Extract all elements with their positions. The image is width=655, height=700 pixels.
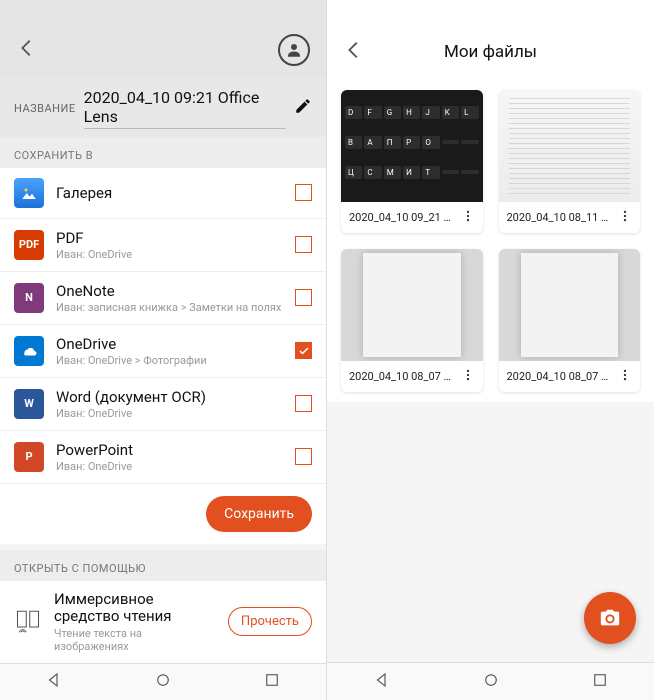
checkbox[interactable] [295, 236, 312, 253]
app-icon: N [14, 283, 44, 313]
immersive-reader-row[interactable]: Иммерсивное средство чтения Чтение текст… [0, 581, 326, 664]
checkbox[interactable] [295, 448, 312, 465]
row-subtitle: Иван: OneDrive > Фотографии [56, 354, 283, 367]
file-name: 2020_04_10 08_07 … [507, 370, 615, 383]
open-with-label: ОТКРЫТЬ С ПОМОЩЬЮ [0, 550, 326, 581]
read-button[interactable]: Прочесть [228, 607, 312, 636]
nav-recent-icon[interactable] [263, 671, 281, 693]
row-title: PowerPoint [56, 441, 283, 459]
more-icon[interactable] [461, 208, 475, 227]
checkbox[interactable] [295, 289, 312, 306]
book-audio-icon [14, 606, 42, 638]
page-title: Мои файлы [365, 42, 616, 62]
checkbox[interactable] [295, 395, 312, 412]
nav-home-icon[interactable] [482, 671, 500, 693]
more-icon[interactable] [618, 367, 632, 386]
file-thumbnail [499, 249, 641, 361]
back-icon[interactable] [16, 37, 38, 63]
app-icon: PDF [14, 230, 44, 260]
files-grid: DFGHJKLВАПРОЦСМИТ 2020_04_10 09_21 … 2020_… [327, 80, 654, 402]
top-bar [0, 23, 326, 77]
filename-input[interactable]: 2020_04_10 09:21 Office Lens [84, 88, 286, 129]
save-row: Сохранить [0, 484, 326, 544]
nav-back-icon[interactable] [45, 671, 63, 693]
row-subtitle: Иван: OneDrive [56, 460, 283, 473]
row-title: Word (документ OCR) [56, 388, 283, 406]
save-targets-list: ГалереяPDFPDFИван: OneDriveNOneNoteИван:… [0, 168, 326, 484]
profile-icon[interactable] [278, 34, 310, 66]
row-title: PDF [56, 229, 283, 247]
android-navbar [0, 663, 326, 700]
file-card[interactable]: DFGHJKLВАПРОЦСМИТ 2020_04_10 09_21 … [341, 90, 483, 233]
nav-back-icon[interactable] [373, 671, 391, 693]
app-icon [14, 178, 44, 208]
android-navbar [327, 662, 654, 700]
reader-subtitle: Чтение текста на изображениях [54, 627, 216, 653]
save-target-row[interactable]: W Word (документ OCR)Иван: OneDrive [0, 378, 326, 431]
camera-fab[interactable] [584, 592, 636, 644]
save-target-row[interactable]: OneDriveИван: OneDrive > Фотографии [0, 325, 326, 378]
back-icon[interactable] [343, 39, 365, 65]
checkbox[interactable] [295, 342, 312, 359]
file-card[interactable]: 2020_04_10 08_07 … [499, 249, 641, 392]
top-bar: Мои файлы [327, 24, 654, 80]
row-subtitle: Иван: OneDrive [56, 407, 283, 420]
more-icon[interactable] [461, 367, 475, 386]
row-subtitle: Иван: OneDrive [56, 248, 283, 261]
nav-recent-icon[interactable] [591, 671, 609, 693]
reader-title: Иммерсивное средство чтения [54, 591, 216, 626]
file-thumbnail [499, 90, 641, 202]
filename-label: НАЗВАНИЕ [14, 102, 76, 115]
more-icon[interactable] [618, 208, 632, 227]
row-subtitle: Иван: записная книжка > Заметки на полях [56, 301, 283, 314]
save-target-row[interactable]: Галерея [0, 168, 326, 219]
pencil-icon[interactable] [294, 97, 312, 119]
status-bar [0, 0, 326, 23]
save-button[interactable]: Сохранить [206, 496, 312, 532]
app-icon: W [14, 389, 44, 419]
app-icon [14, 336, 44, 366]
file-name: 2020_04_10 08_11 … [507, 211, 615, 224]
filename-row: НАЗВАНИЕ 2020_04_10 09:21 Office Lens [0, 78, 326, 137]
file-name: 2020_04_10 09_21 … [349, 211, 457, 224]
checkbox[interactable] [295, 184, 312, 201]
row-title: Галерея [56, 184, 283, 202]
row-title: OneDrive [56, 335, 283, 353]
save-target-row[interactable]: N OneNoteИван: записная книжка > Заметки … [0, 272, 326, 325]
row-title: OneNote [56, 282, 283, 300]
status-bar [327, 0, 654, 24]
file-thumbnail [341, 249, 483, 361]
nav-home-icon[interactable] [154, 671, 172, 693]
save-in-label: СОХРАНИТЬ В [0, 137, 326, 168]
file-card[interactable]: 2020_04_10 08_07 … [341, 249, 483, 392]
file-card[interactable]: 2020_04_10 08_11 … [499, 90, 641, 233]
file-thumbnail: DFGHJKLВАПРОЦСМИТ [341, 90, 483, 202]
file-name: 2020_04_10 08_07 … [349, 370, 457, 383]
save-target-row[interactable]: PDFPDFИван: OneDrive [0, 219, 326, 272]
app-icon: P [14, 442, 44, 472]
save-target-row[interactable]: P PowerPointИван: OneDrive [0, 431, 326, 484]
